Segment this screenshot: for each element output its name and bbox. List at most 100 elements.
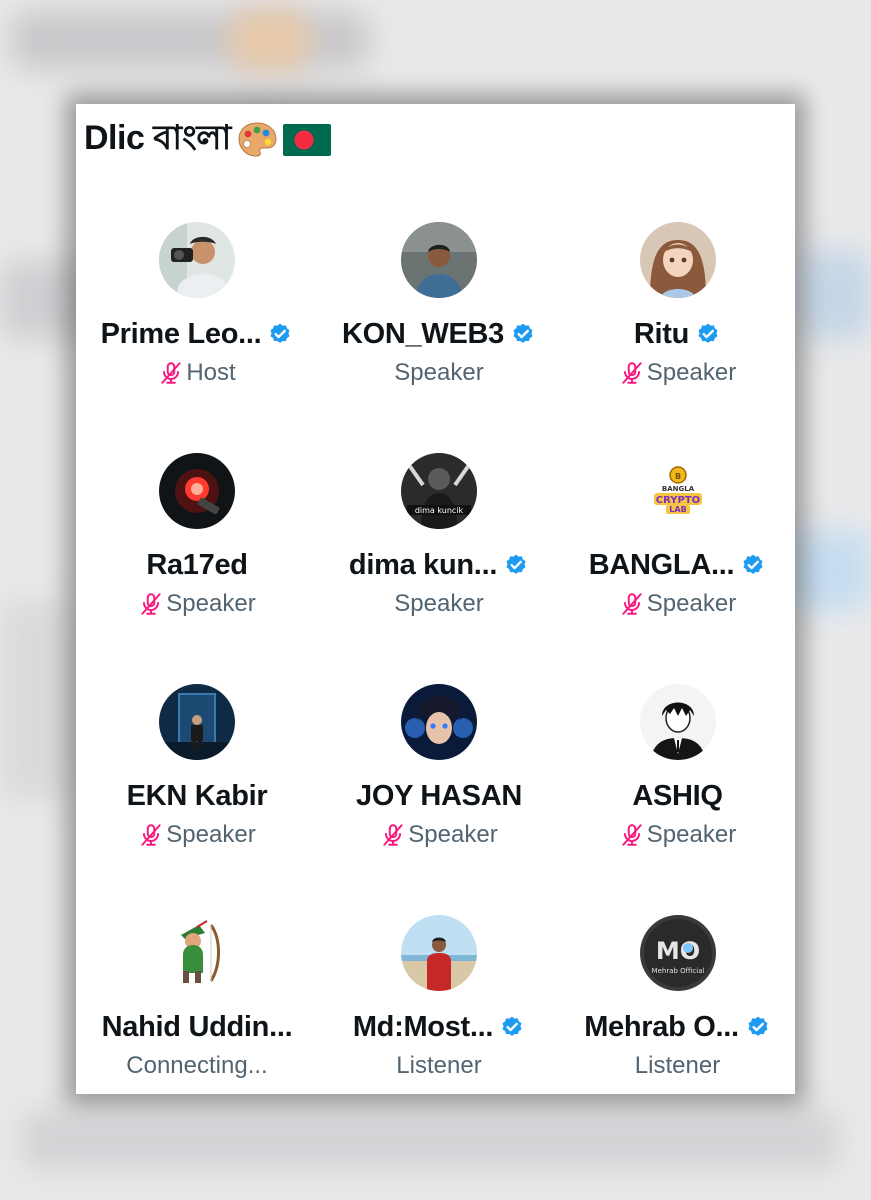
- participant-card[interactable]: Md:Most... Listener: [318, 915, 560, 1079]
- participant-name: Mehrab O...: [584, 1011, 739, 1043]
- participant-name-row: Ritu: [634, 318, 721, 351]
- muted-microphone-icon: [161, 362, 181, 384]
- artist-palette-icon: [238, 122, 277, 157]
- participant-role-row: Speaker: [619, 590, 736, 618]
- svg-text:BANGLA: BANGLA: [661, 485, 694, 493]
- muted-microphone-icon: [383, 824, 403, 846]
- participant-name: KON_WEB3: [342, 318, 504, 350]
- verified-badge-icon: [506, 554, 526, 574]
- participant-role: Speaker: [394, 359, 484, 386]
- participant-card[interactable]: KON_WEB3 Speaker: [318, 222, 560, 386]
- avatar-man-on-beach-photo[interactable]: [401, 915, 477, 991]
- participant-role-row: Listener: [396, 1052, 481, 1080]
- participant-card[interactable]: Ritu Speaker: [560, 222, 795, 386]
- verified-badge-icon: [748, 1016, 768, 1036]
- avatar-man-with-camera-photo[interactable]: [159, 222, 235, 298]
- bangladesh-flag-icon: [282, 124, 331, 156]
- participant-name: Nahid Uddin...: [101, 1011, 293, 1043]
- participant-name-row: Ra17ed: [146, 549, 248, 582]
- participant-name-row: BANGLA...: [589, 549, 767, 582]
- avatar-anime-girl-illustration[interactable]: [639, 222, 716, 298]
- participant-name: JOY HASAN: [356, 780, 522, 812]
- participant-role: Connecting...: [126, 1052, 268, 1079]
- participant-name-row: Nahid Uddin...: [102, 1011, 293, 1044]
- participant-name-row: Md:Most...: [353, 1011, 525, 1044]
- participant-card[interactable]: EKN Kabir Speaker: [76, 684, 318, 848]
- participant-name-row: ASHIQ: [632, 780, 723, 813]
- avatar-bangla-crypto-lab-logo[interactable]: B BANGLA CRYPTO LAB: [639, 453, 716, 529]
- verified-badge-icon: [743, 554, 763, 574]
- participant-name: dima kun...: [348, 549, 498, 581]
- participant-card[interactable]: Prime Leo... Host: [76, 222, 318, 386]
- svg-text:LAB: LAB: [669, 505, 686, 514]
- participant-role-row: Listener: [635, 1052, 720, 1080]
- participant-role: Speaker: [166, 821, 256, 848]
- participant-role: Speaker: [646, 359, 737, 386]
- avatar-man-portrait-photo[interactable]: [401, 222, 477, 298]
- avatar-dima-kuncik-logo[interactable]: dima kuncik: [401, 453, 477, 529]
- participant-role: Host: [186, 359, 236, 386]
- space-participants-panel: Dlic বাংলা Prime Leo... Host KON_WEB3 Sp…: [76, 104, 795, 1094]
- verified-badge-icon: [513, 323, 533, 343]
- participant-name-row: KON_WEB3: [342, 318, 536, 351]
- verified-badge-icon: [502, 1016, 522, 1036]
- participants-grid: Prime Leo... Host KON_WEB3 Speaker Ritu …: [76, 222, 795, 1079]
- background-blur: [10, 10, 370, 70]
- background-blur: [0, 600, 70, 800]
- muted-microphone-icon: [622, 824, 642, 846]
- participant-role-row: Host: [158, 359, 236, 387]
- participant-name: Md:Most...: [352, 1011, 494, 1043]
- background-blur: [230, 10, 310, 70]
- avatar-mehrab-official-logo[interactable]: MO Mehrab Official: [639, 915, 716, 991]
- participant-role: Listener: [634, 1052, 721, 1079]
- verified-badge-icon: [270, 323, 290, 343]
- svg-text:B: B: [674, 472, 680, 481]
- participant-role-row: Speaker: [394, 590, 483, 618]
- svg-text:MO: MO: [655, 937, 699, 965]
- muted-microphone-icon: [141, 824, 161, 846]
- participant-card[interactable]: Ra17ed Speaker: [76, 453, 318, 617]
- participant-name-row: Mehrab O...: [584, 1011, 771, 1044]
- participant-role: Listener: [396, 1052, 482, 1079]
- space-title: Dlic বাংলা: [84, 118, 331, 162]
- svg-text:Mehrab Official: Mehrab Official: [651, 967, 704, 975]
- participant-card[interactable]: B BANGLA CRYPTO LAB BANGLA... Speaker: [560, 453, 795, 617]
- participant-role-row: Speaker: [138, 590, 256, 618]
- muted-microphone-icon: [141, 593, 161, 615]
- participant-name: ASHIQ: [632, 780, 723, 812]
- participant-name: Prime Leo...: [100, 318, 262, 350]
- participant-name-row: EKN Kabir: [127, 780, 268, 813]
- background-blur: [800, 250, 871, 340]
- participant-name: EKN Kabir: [126, 780, 268, 812]
- participant-role-row: Connecting...: [126, 1052, 267, 1080]
- participant-name: Ra17ed: [146, 549, 248, 581]
- avatar-red-glowing-bulb[interactable]: [159, 453, 235, 529]
- participant-role: Speaker: [394, 590, 484, 617]
- avatar-robin-hood-cartoon[interactable]: [159, 915, 235, 991]
- verified-badge-icon: [698, 323, 718, 343]
- participant-role-row: Speaker: [138, 821, 256, 849]
- muted-microphone-icon: [622, 593, 642, 615]
- participant-card[interactable]: MO Mehrab Official Mehrab O... Listener: [560, 915, 795, 1079]
- participant-card[interactable]: JOY HASAN Speaker: [318, 684, 560, 848]
- background-blur: [790, 530, 871, 610]
- participant-name: Ritu: [633, 318, 690, 350]
- participant-name-row: Prime Leo...: [101, 318, 294, 351]
- avatar-anime-boy-blue-art[interactable]: [401, 684, 477, 760]
- avatar-anime-boy-sketch[interactable]: [639, 684, 716, 760]
- participant-card[interactable]: dima kuncik dima kun... Speaker: [318, 453, 560, 617]
- svg-text:dima kuncik: dima kuncik: [415, 506, 464, 515]
- space-title-text: Dlic বাংলা: [84, 118, 231, 157]
- participant-role-row: Speaker: [619, 359, 736, 387]
- participant-role: Speaker: [646, 590, 737, 617]
- muted-microphone-icon: [622, 362, 642, 384]
- participant-role: Speaker: [166, 590, 256, 617]
- participant-card[interactable]: Nahid Uddin... Connecting...: [76, 915, 318, 1079]
- avatar-man-in-doorway-art[interactable]: [159, 684, 235, 760]
- participant-role-row: Speaker: [619, 821, 736, 849]
- participant-name: BANGLA...: [588, 549, 735, 581]
- participant-role-row: Speaker: [380, 821, 498, 849]
- participant-name-row: dima kun...: [349, 549, 529, 582]
- participant-role: Speaker: [408, 821, 498, 848]
- participant-card[interactable]: ASHIQ Speaker: [560, 684, 795, 848]
